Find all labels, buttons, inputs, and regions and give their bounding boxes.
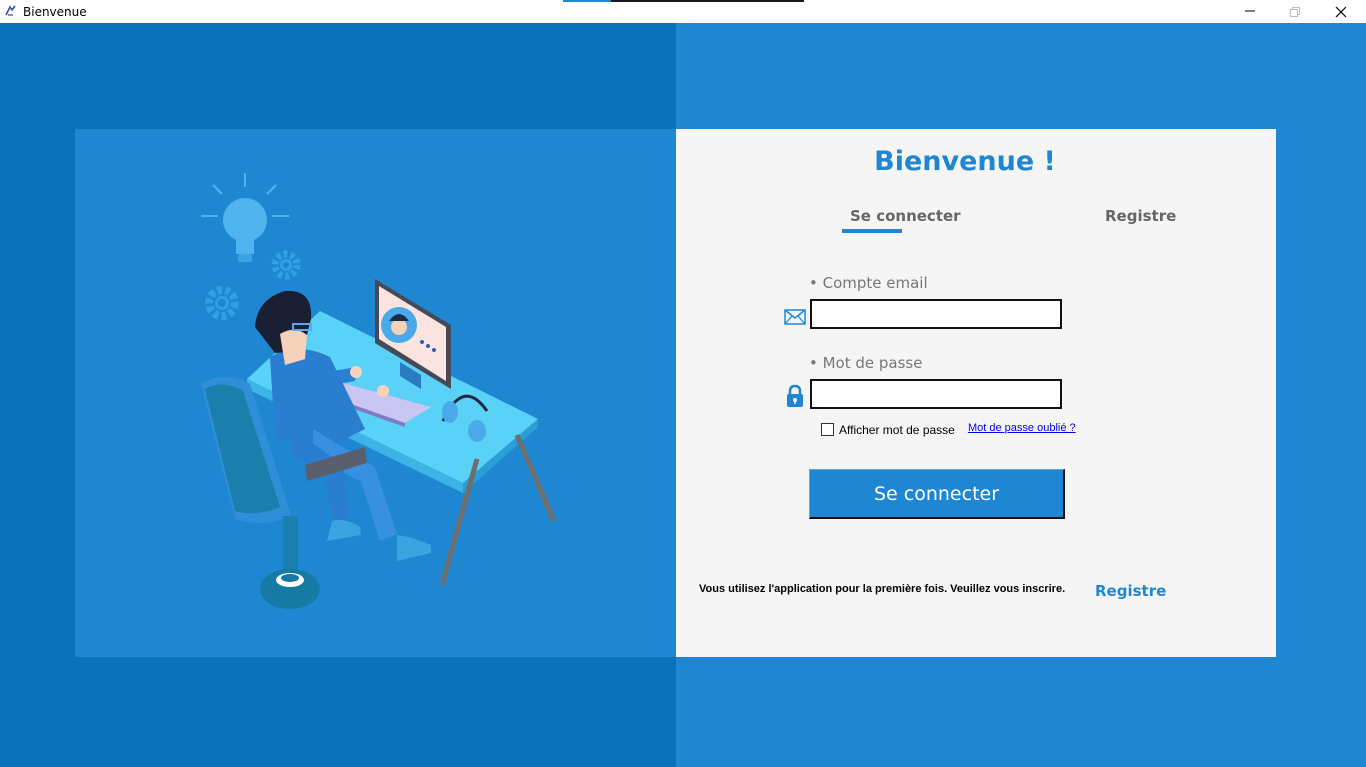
welcome-heading: Bienvenue ! [874,146,1056,177]
lightbulb-icon [201,173,289,262]
lock-icon [787,384,803,407]
title-bar: Bienvenue [0,0,1366,23]
active-tab-indicator [842,229,902,233]
restore-button[interactable] [1272,0,1318,23]
illustration-panel [75,129,676,657]
mail-icon [784,309,806,325]
taskbar-accent [563,0,611,2]
first-use-message: Vous utilisez l'application pour la prem… [699,583,1066,595]
minimize-icon [1245,10,1255,12]
register-link[interactable]: Registre [1095,582,1166,600]
password-label: • Mot de passe [809,354,923,372]
show-password-label[interactable]: Afficher mot de passe [839,423,955,437]
email-field[interactable] [810,299,1062,329]
close-icon [1335,6,1347,18]
minimize-button[interactable] [1227,0,1273,23]
password-field[interactable] [810,379,1062,409]
developer-at-desk-illustration [201,173,557,609]
login-panel: Bienvenue ! Se connecter Registre • Comp… [676,129,1276,657]
window-title: Bienvenue [23,5,87,19]
forgot-password-link[interactable]: Mot de passe oublié ? [968,422,1076,434]
tab-login[interactable]: Se connecter [850,207,961,225]
login-button[interactable]: Se connecter [809,469,1065,519]
close-button[interactable] [1318,0,1364,23]
show-password-checkbox[interactable] [821,423,834,436]
taskbar-strip [611,0,804,2]
restore-icon [1290,7,1300,17]
tab-register[interactable]: Registre [1105,207,1176,225]
app-icon [5,5,16,16]
email-label: • Compte email [809,274,928,292]
